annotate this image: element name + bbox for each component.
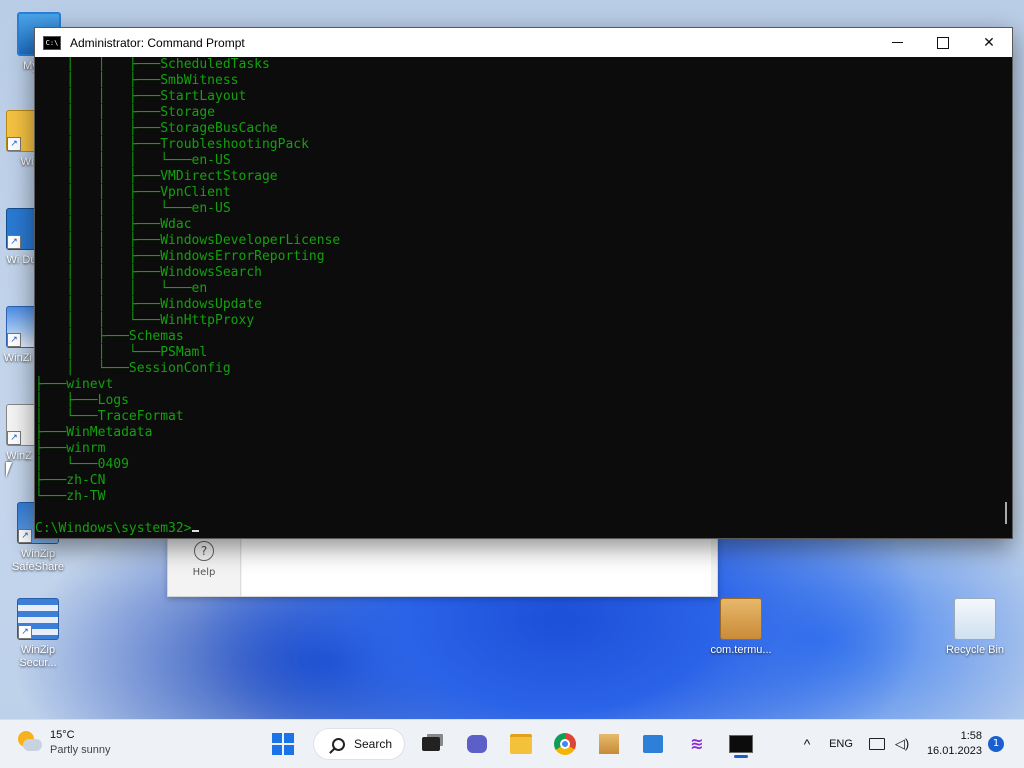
show-hidden-icons-button[interactable]: ^ [797,720,817,768]
console-line: ├───zh-CN [35,473,106,488]
task-view-icon [422,737,440,751]
winzip-secure-icon: ↗ [17,598,59,640]
console-line: │ │ │ └───en [35,281,208,296]
taskbar-search[interactable]: Search [314,729,404,759]
console-line: │ │ ├───StartLayout [35,89,247,104]
clock[interactable]: 1:58 16.01.2023 [927,729,982,759]
console-line: │ │ ├───WindowsDeveloperLicense [35,233,341,248]
chrome-button[interactable] [549,728,581,760]
maximize-icon [937,36,949,49]
console-line: │ ├───Schemas [35,329,184,344]
app-button-purple[interactable]: ≋ [681,728,713,760]
console-line: │ │ ├───WindowsSearch [35,265,262,280]
console-line: │ │ ├───VpnClient [35,185,231,200]
desktop-icon-label: WinZip SafeShare [12,548,64,573]
start-button[interactable] [267,728,299,760]
file-explorer-button[interactable] [505,728,537,760]
console-line: │ ├───Logs [35,393,129,408]
search-label: Search [354,737,393,751]
recycle-bin-icon [954,598,996,640]
desktop-icon-winzip-secure[interactable]: ↗ WinZip Secur... [3,598,73,670]
package-app-button[interactable] [593,728,625,760]
terminal-icon [729,735,753,753]
window-title: Administrator: Command Prompt [70,35,245,50]
close-button[interactable]: ✕ [966,28,1012,57]
search-icon [332,737,345,751]
minimize-icon [891,42,903,43]
partly-sunny-icon [18,731,42,755]
console-line: │ │ │ └───en-US [35,153,231,168]
notification-badge[interactable]: 1 [988,736,1004,752]
task-view-button[interactable] [415,728,447,760]
console-text: │ │ ├───ScheduledTasks │ │ ├───SmbWitnes… [35,57,340,537]
console-line: │ │ │ └───en-US [35,201,231,216]
console-line: │ │ ├───TroubleshootingPack [35,137,309,152]
console-line: │ └───TraceFormat [35,409,184,424]
help-label: Help [192,567,216,578]
command-prompt-window[interactable]: C:\ Administrator: Command Prompt ✕ │ │ … [34,27,1013,539]
console-line: │ │ ├───ScheduledTasks [35,57,270,72]
network-icon[interactable] [866,720,888,768]
console-line: │ │ ├───Storage [35,105,216,120]
console-line: └───zh-TW [35,489,106,504]
help-icon: ? [194,541,214,561]
taskbar: 15°C Partly sunny Search ≋ ^ ENG ◁) 1:58… [0,719,1024,768]
cmd-taskbar-button[interactable] [725,728,757,760]
title-bar[interactable]: C:\ Administrator: Command Prompt ✕ [35,28,1012,57]
command-prompt-line: C:\Windows\system32> [35,521,192,536]
package-icon [720,598,762,640]
store-icon [643,735,663,753]
console-line: │ │ └───PSMaml [35,345,208,360]
background-window-content [242,537,711,596]
chat-button[interactable] [461,728,493,760]
close-icon: ✕ [983,34,995,51]
weather-condition: Partly sunny [50,744,111,756]
store-button[interactable] [637,728,669,760]
console-line: │ │ ├───SmbWitness [35,73,239,88]
console-line: │ │ ├───Wdac [35,217,192,232]
chrome-icon [554,733,576,755]
chevron-up-icon: ^ [803,736,811,752]
chevrons-icon: ≋ [690,734,704,753]
mouse-pointer-icon [6,462,18,478]
clock-date: 16.01.2023 [926,745,982,757]
scrollbar[interactable] [996,57,1012,538]
box-icon [599,734,619,754]
console-line: ├───WinMetadata [35,425,153,440]
weather-temp: 15°C [50,729,75,741]
console-line: │ │ ├───VMDirectStorage [35,169,278,184]
console-line: ├───winevt [35,377,114,392]
weather-widget[interactable]: 15°C Partly sunny [18,728,111,758]
windows-logo-icon [272,733,294,755]
desktop-icon-package[interactable]: com.termu... [706,598,776,657]
folder-icon [510,734,532,754]
teams-chat-icon [467,735,487,753]
console-line: │ │ ├───StorageBusCache [35,121,278,136]
console-line: │ │ ├───WindowsErrorReporting [35,249,325,264]
volume-icon[interactable]: ◁) [891,720,913,768]
active-indicator [734,755,748,758]
clock-time: 1:58 [960,730,982,742]
desktop-icon-label: com.termu... [710,644,772,656]
maximize-button[interactable] [920,28,966,57]
minimize-button[interactable] [874,28,920,57]
desktop-icon-label: WinZip Secur... [19,644,57,669]
console-line: │ │ └───WinHttpProxy [35,313,255,328]
language-indicator[interactable]: ENG [826,720,856,768]
scrollbar-thumb[interactable] [1005,502,1007,524]
desktop-icon-label: Recycle Bin [945,644,1005,656]
background-app-window: ? Help [167,536,718,597]
console-line: ├───winrm [35,441,106,456]
console-line: │ └───SessionConfig [35,361,231,376]
cmd-app-icon[interactable]: C:\ [43,35,61,50]
console-line: │ └───0409 [35,457,129,472]
text-cursor [191,530,199,532]
help-nav-item[interactable]: ? Help [168,537,241,596]
desktop-icon-recycle-bin[interactable]: Recycle Bin [940,598,1010,657]
console-line: │ │ ├───WindowsUpdate [35,297,262,312]
console-output[interactable]: │ │ ├───ScheduledTasks │ │ ├───SmbWitnes… [35,57,996,538]
